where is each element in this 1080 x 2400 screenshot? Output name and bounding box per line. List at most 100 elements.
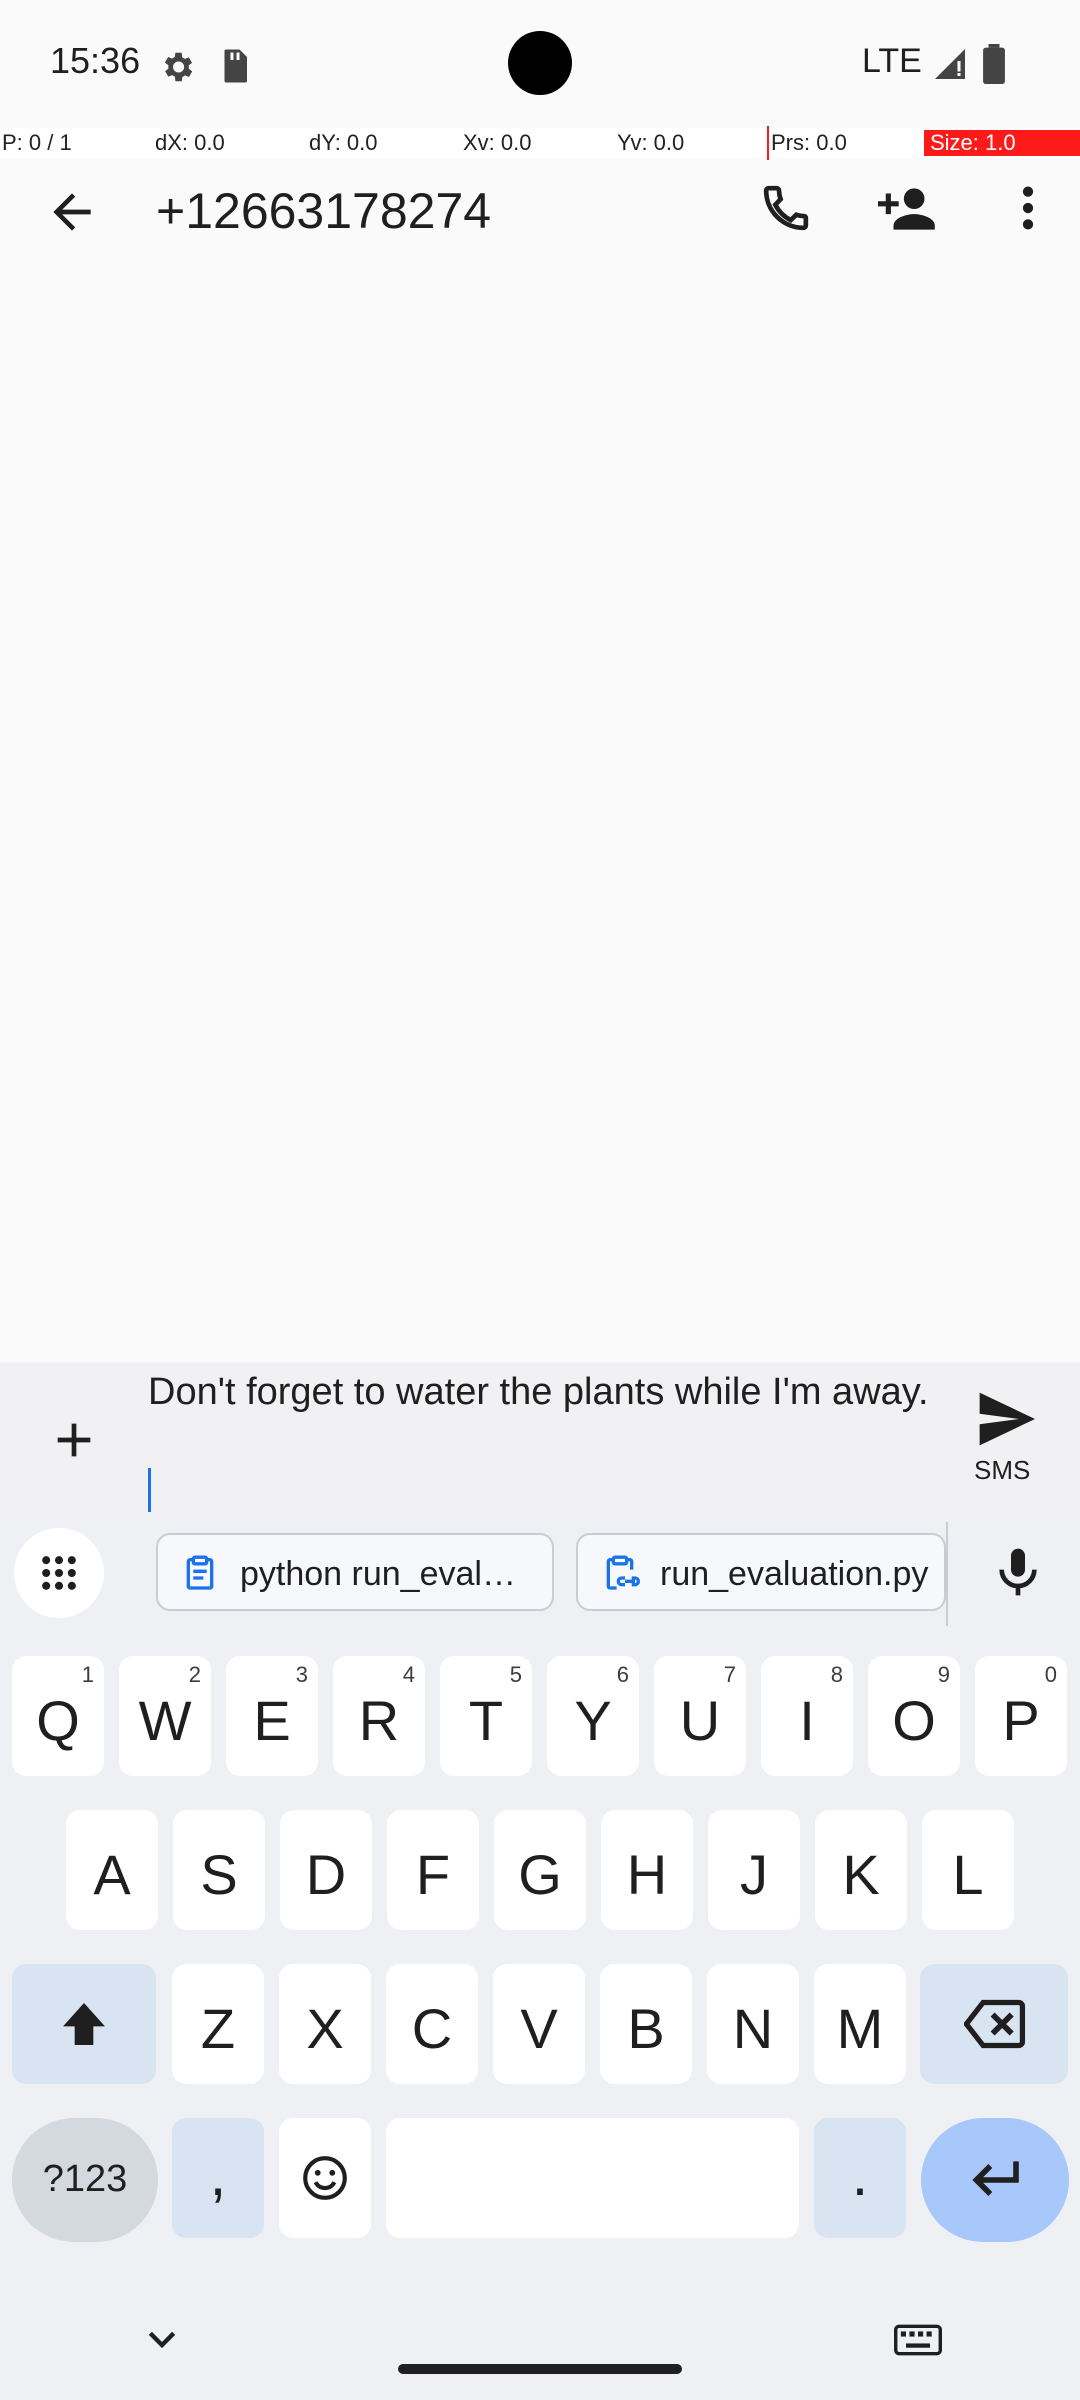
sd-card-icon — [224, 49, 247, 83]
hide-keyboard-chevron-icon[interactable] — [142, 2320, 182, 2360]
key-p[interactable]: P0 — [975, 1656, 1067, 1776]
key-label: Z — [200, 1997, 236, 2060]
clipboard-link-icon — [606, 1555, 640, 1590]
space-key[interactable] — [386, 2118, 799, 2238]
home-gesture-pill[interactable] — [398, 2364, 682, 2374]
add-attachment-icon[interactable] — [46, 1412, 102, 1468]
key-label: O — [892, 1689, 936, 1752]
key-g[interactable]: G — [494, 1810, 586, 1930]
key-label: F — [415, 1843, 451, 1906]
clipboard-link-suggestion-chip[interactable]: run_evaluation.py — [576, 1533, 946, 1611]
key-c[interactable]: C — [386, 1964, 478, 2084]
key-f[interactable]: F — [387, 1810, 479, 1930]
send-icon[interactable] — [974, 1390, 1038, 1448]
back-arrow-icon[interactable] — [44, 184, 100, 240]
keyboard-switch-icon[interactable] — [894, 2320, 942, 2360]
key-h[interactable]: H — [601, 1810, 693, 1930]
key-label: U — [679, 1689, 721, 1752]
clipboard-icon — [186, 1555, 214, 1590]
key-label: Y — [574, 1689, 612, 1752]
debug-dy: dY: 0.0 — [309, 130, 378, 155]
debug-xv: Xv: 0.0 — [463, 130, 532, 155]
settings-gear-icon — [164, 52, 193, 82]
debug-prs: Prs: 0.0 — [771, 130, 847, 155]
key-label: D — [305, 1843, 347, 1906]
key-v[interactable]: V — [493, 1964, 585, 2084]
conversation-title: +12663178274 — [156, 183, 492, 239]
send-sms-label[interactable]: SMS — [974, 1455, 1030, 1486]
clipboard-chip-text: python run_evaluation.py — [240, 1555, 530, 1593]
key-r[interactable]: R4 — [333, 1656, 425, 1776]
key-label: W — [138, 1689, 192, 1752]
emoji-key[interactable] — [279, 2118, 371, 2238]
key-k[interactable]: K — [815, 1810, 907, 1930]
key-label: L — [952, 1843, 984, 1906]
key-x[interactable]: X — [279, 1964, 371, 2084]
key-y[interactable]: Y6 — [547, 1656, 639, 1776]
key-t[interactable]: T5 — [440, 1656, 532, 1776]
period-key[interactable]: . — [814, 2118, 906, 2238]
apps-grid-icon — [42, 1556, 76, 1590]
key-o[interactable]: O9 — [868, 1656, 960, 1776]
key-label: P — [1002, 1689, 1040, 1752]
key-d[interactable]: D — [280, 1810, 372, 1930]
key-hint: 4 — [402, 1662, 415, 1687]
key-label: G — [518, 1843, 562, 1906]
enter-arrow-icon — [972, 2161, 1019, 2196]
key-label: M — [836, 1997, 884, 2060]
microphone-icon[interactable] — [990, 1542, 1046, 1602]
status-time: 15:36 — [50, 40, 141, 81]
more-options-icon[interactable] — [1000, 180, 1056, 236]
key-label: K — [842, 1843, 880, 1906]
debug-pressure-marker — [767, 126, 769, 160]
key-n[interactable]: N — [707, 1964, 799, 2084]
key-w[interactable]: W2 — [119, 1656, 211, 1776]
pointer-debug-overlay: P: 0 / 1 dX: 0.0 dY: 0.0 Xv: 0.0 Yv: 0.0… — [0, 128, 1080, 158]
key-label: T — [468, 1689, 504, 1752]
key-z[interactable]: Z — [172, 1964, 264, 2084]
key-i[interactable]: I8 — [761, 1656, 853, 1776]
symbols-key-label: ?123 — [42, 2158, 128, 2200]
text-cursor — [148, 1468, 151, 1512]
enter-key[interactable] — [921, 2118, 1069, 2242]
debug-dx: dX: 0.0 — [155, 130, 225, 155]
symbols-key[interactable]: ?123 — [12, 2118, 158, 2242]
key-a[interactable]: A — [66, 1810, 158, 1930]
key-hint: 1 — [81, 1662, 94, 1687]
key-label: S — [200, 1843, 238, 1906]
key-hint: 7 — [723, 1662, 736, 1687]
key-hint: 5 — [509, 1662, 522, 1687]
key-j[interactable]: J — [708, 1810, 800, 1930]
key-label: R — [358, 1689, 400, 1752]
suggestion-divider — [946, 1522, 948, 1626]
key-hint: 0 — [1044, 1662, 1057, 1687]
key-l[interactable]: L — [922, 1810, 1014, 1930]
backspace-key[interactable] — [920, 1964, 1068, 2084]
debug-pointer: P: 0 / 1 — [2, 130, 72, 155]
period-key-label: . — [851, 2141, 869, 2208]
key-hint: 6 — [616, 1662, 629, 1687]
shift-key[interactable] — [12, 1964, 156, 2084]
keyboard-menu-button[interactable] — [14, 1528, 104, 1618]
clipboard-suggestion-chip[interactable]: python run_evaluation.py — [156, 1533, 554, 1611]
key-q[interactable]: Q1 — [12, 1656, 104, 1776]
key-hint: 8 — [830, 1662, 843, 1687]
key-hint: 9 — [937, 1662, 950, 1687]
signal-strength-icon — [935, 49, 965, 79]
comma-key[interactable]: , — [172, 2118, 264, 2238]
add-contact-icon[interactable] — [878, 178, 940, 240]
status-bar: 15:36 LTE — [0, 0, 1080, 128]
key-label: B — [627, 1997, 665, 2060]
key-s[interactable]: S — [173, 1810, 265, 1930]
phone-call-icon[interactable] — [758, 180, 814, 236]
key-label: C — [411, 1997, 453, 2060]
key-e[interactable]: E3 — [226, 1656, 318, 1776]
message-list[interactable] — [0, 264, 1080, 1362]
comma-key-label: , — [209, 2141, 227, 2208]
key-u[interactable]: U7 — [654, 1656, 746, 1776]
key-m[interactable]: M — [814, 1964, 906, 2084]
key-b[interactable]: B — [600, 1964, 692, 2084]
key-hint: 3 — [295, 1662, 308, 1687]
message-input[interactable]: Don't forget to water the plants while I… — [148, 1368, 938, 1416]
debug-size: Size: 1.0 — [924, 130, 1080, 156]
